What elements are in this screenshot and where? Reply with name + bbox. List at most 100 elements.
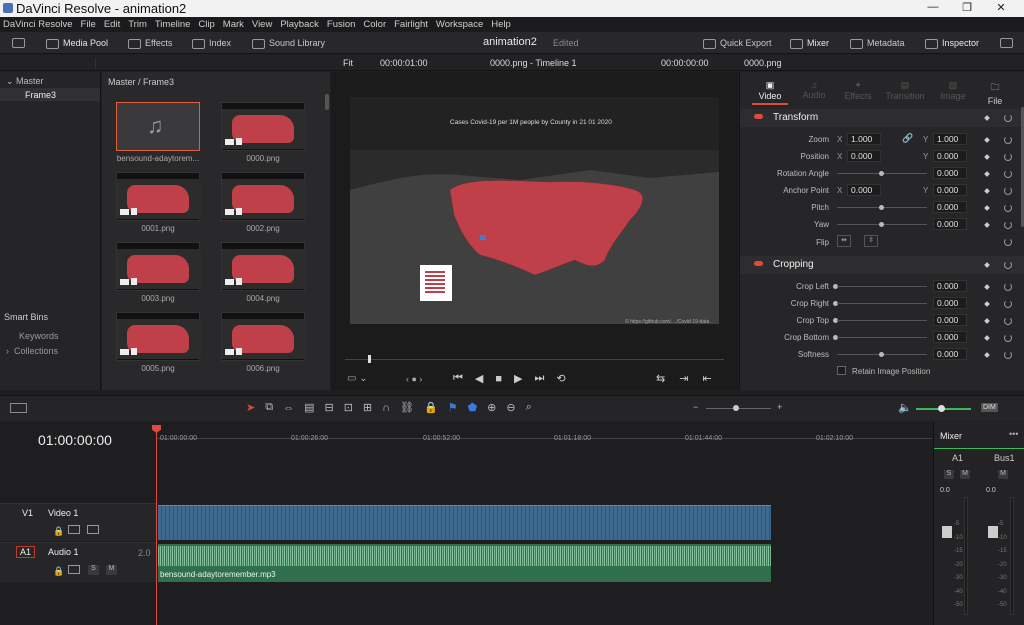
yaw-field[interactable]: 0.000 [933,218,967,230]
crop-left-slider[interactable] [837,286,927,287]
zoom-out-icon[interactable]: − [693,402,698,412]
media-pool-view-controls[interactable] [110,58,325,68]
reset-icon[interactable] [1004,204,1012,212]
tab-audio[interactable]: ♫ Audio [796,80,832,100]
reset-icon[interactable] [1004,283,1012,291]
menu-timeline[interactable]: Timeline [155,19,191,30]
bus-mute-button[interactable]: M [998,470,1008,479]
tab-video[interactable]: ▣ Video [752,80,788,105]
inspector-button[interactable]: Inspector [925,38,979,49]
crop-left-field[interactable]: 0.000 [933,280,967,292]
keyframe-icon[interactable] [984,137,990,143]
viewer-options-icon[interactable]: ▭ ⌄ [347,373,368,384]
menu-trim[interactable]: Trim [128,19,147,30]
flag-icon[interactable]: ⚑ [448,401,458,414]
auto-select-icon[interactable] [68,525,80,534]
menu-view[interactable]: View [252,19,272,30]
play-icon[interactable]: ▶ [514,372,522,385]
viewer-scrubber[interactable] [345,359,724,360]
cropping-toggle[interactable] [754,261,763,266]
play-reverse-icon[interactable]: ◀ [475,372,483,385]
flip-horizontal-button[interactable]: ⇹ [837,235,851,247]
timeline-zoom-knob[interactable] [733,405,739,411]
reset-icon[interactable] [1004,300,1012,308]
zoom-custom-icon[interactable]: ⌕ [526,401,532,414]
close-button[interactable]: ✕ [993,1,1009,15]
crop-bottom-slider[interactable] [837,337,927,338]
media-clip-image[interactable] [221,172,306,221]
menu-mark[interactable]: Mark [223,19,244,30]
prev-edit-icon[interactable]: ⇤ [702,372,711,385]
playhead[interactable] [156,425,157,625]
replace-clip-icon[interactable]: ⊞ [363,401,372,414]
mixer-mute-button[interactable]: M [960,470,970,479]
maximize-button[interactable]: ❐ [959,1,975,15]
media-clip-image[interactable] [221,242,306,291]
menu-file[interactable]: File [81,19,96,30]
crop-bottom-field[interactable]: 0.000 [933,331,967,343]
viewer-frame[interactable]: Cases Covid-19 per 1M people by County i… [350,97,719,325]
dim-button[interactable]: DIM [981,403,998,412]
keyframe-icon[interactable] [984,154,990,160]
menu-edit[interactable]: Edit [104,19,120,30]
zoom-in-icon[interactable]: + [777,402,782,412]
menu-help[interactable]: Help [491,19,511,30]
bin-frame3-row[interactable]: Frame3 [0,88,100,101]
reset-icon[interactable] [1004,170,1012,178]
menu-playback[interactable]: Playback [280,19,319,30]
menu-workspace[interactable]: Workspace [436,19,483,30]
reset-icon[interactable] [1004,187,1012,195]
reset-icon[interactable] [1004,317,1012,325]
menu-fusion[interactable]: Fusion [327,19,356,30]
tab-effects[interactable]: ✦ Effects [840,80,876,101]
media-clip-image[interactable] [116,242,201,291]
jog-control[interactable]: ‹ ● › [406,374,422,384]
next-edit-icon[interactable]: ⇥ [679,372,688,385]
menu-davinci[interactable]: DaVinci Resolve [3,19,73,30]
reset-icon[interactable] [1004,351,1012,359]
bus1-fader[interactable] [988,526,998,538]
a1-fader[interactable] [942,526,952,538]
stop-icon[interactable]: ■ [495,373,502,385]
solo-button[interactable]: S [88,565,99,575]
softness-knob[interactable] [879,352,884,357]
menu-color[interactable]: Color [363,19,386,30]
monitor-volume-knob[interactable] [938,405,945,412]
media-clip-image[interactable] [116,172,201,221]
media-pool-button[interactable]: Media Pool [46,38,108,49]
index-button[interactable]: Index [192,38,231,49]
keyframe-icon[interactable] [984,301,990,307]
fit-dropdown[interactable]: Fit [343,58,353,68]
keyframe-icon[interactable] [984,335,990,341]
link-icon[interactable]: 🔗 [902,133,913,144]
reset-icon[interactable] [1004,261,1012,269]
scrubber-playhead[interactable] [368,355,371,363]
match-frame-icon[interactable]: ⇆ [656,372,665,385]
selection-pointer-icon[interactable]: ➤ [246,401,255,414]
reset-icon[interactable] [1004,238,1012,246]
lock-icon[interactable]: 🔒 [53,566,64,577]
marker-icon[interactable]: ⬟ [468,401,478,414]
timeline-layout-icon[interactable] [10,403,27,413]
lock-icon[interactable]: 🔒 [424,401,438,414]
keyframe-icon[interactable] [984,318,990,324]
snapping-icon[interactable]: ∩ [382,402,390,414]
crop-right-field[interactable]: 0.000 [933,297,967,309]
yaw-slider-knob[interactable] [879,222,884,227]
zoom-y-field[interactable]: 1.000 [933,133,967,145]
menu-fairlight[interactable]: Fairlight [394,19,428,30]
lock-icon[interactable]: 🔒 [53,526,64,537]
keyframe-icon[interactable] [984,171,990,177]
video-track-header[interactable]: V1 Video 1 🔒 [0,503,156,541]
retain-position-checkbox[interactable] [837,366,846,375]
sound-library-button[interactable]: Sound Library [252,38,325,49]
reset-icon[interactable] [1004,334,1012,342]
bin-view-controls[interactable] [6,58,96,68]
reset-icon[interactable] [1004,153,1012,161]
effects-button[interactable]: Effects [128,38,172,49]
smart-bin-collections[interactable]: › Collections [6,346,58,356]
zoom-full-icon[interactable]: ⊕ [487,401,496,414]
audio-track-header[interactable]: A1 Audio 1 2.0 🔒 S M [0,542,156,582]
video-clip[interactable] [158,505,771,540]
tab-transition[interactable]: ▤ Transition [884,80,926,101]
